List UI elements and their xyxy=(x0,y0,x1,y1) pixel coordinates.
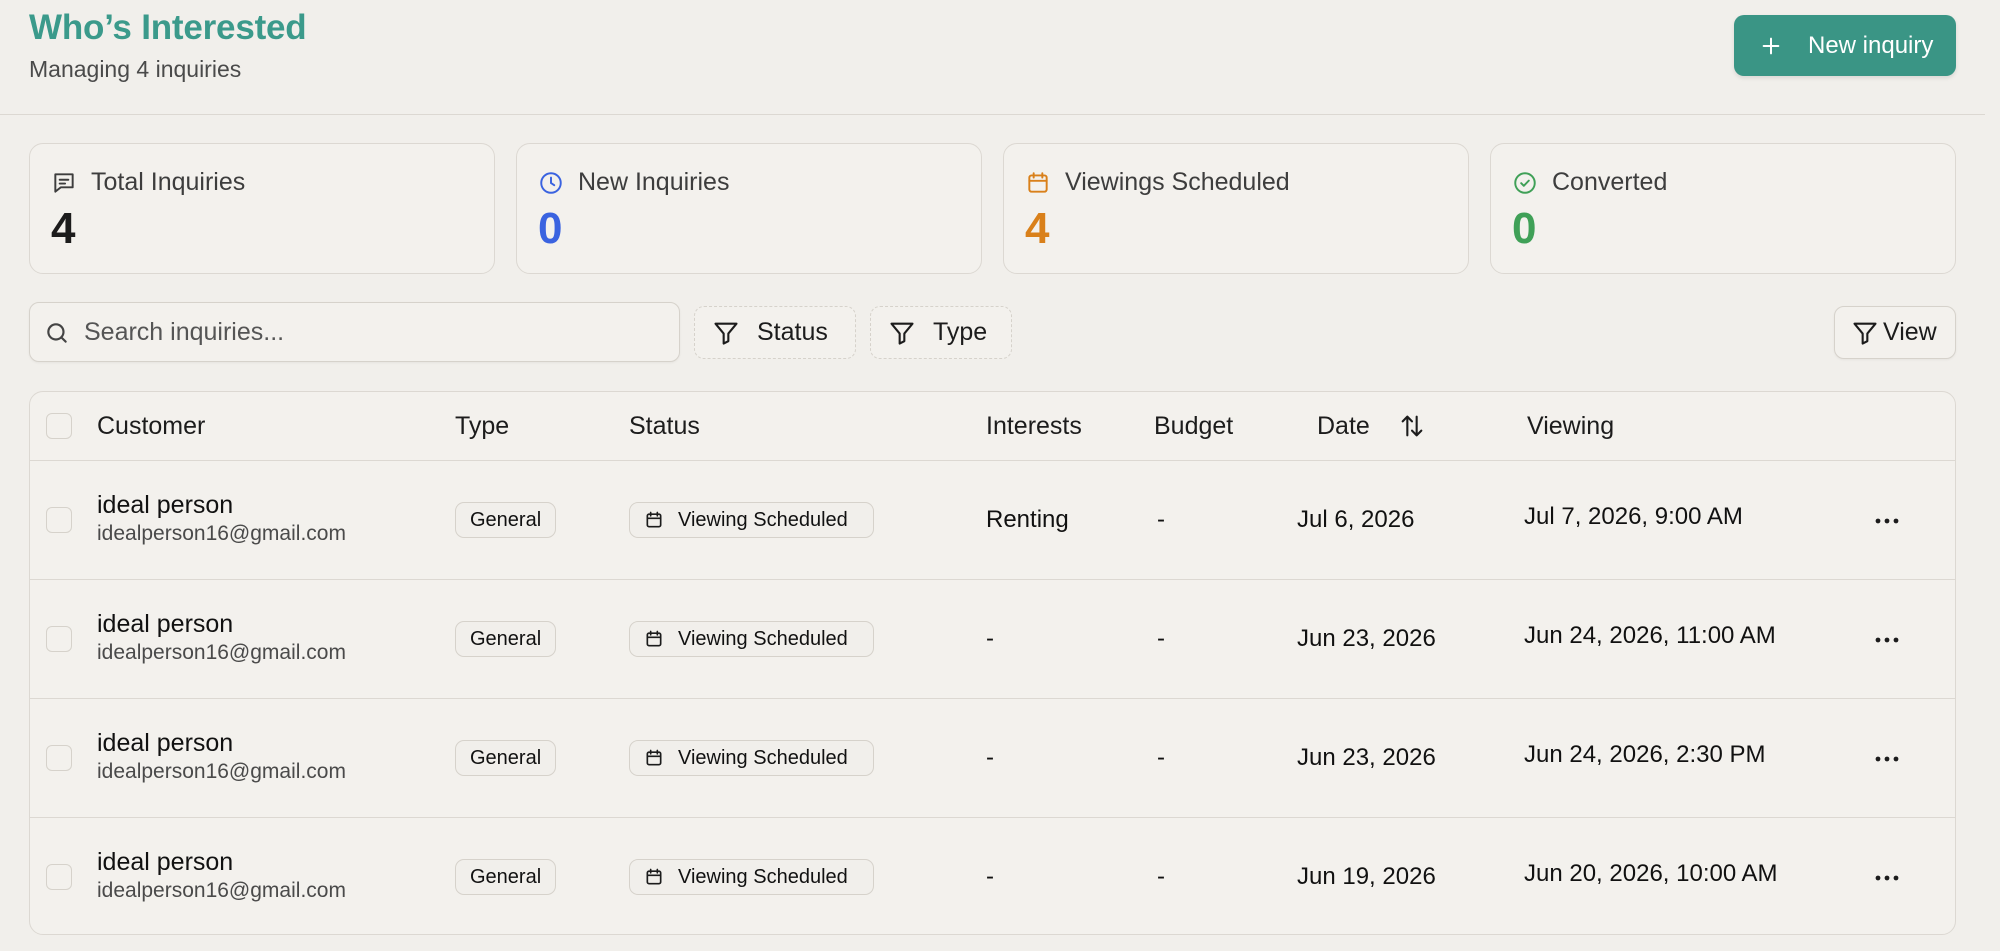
status-badge: Viewing Scheduled xyxy=(629,621,874,657)
customer-name: ideal person xyxy=(97,610,234,638)
filter-icon xyxy=(714,322,738,345)
viewing-cell: Jun 24, 2026, 2:30 PM xyxy=(1524,741,1766,768)
date-cell: Jul 6, 2026 xyxy=(1297,506,1415,533)
search-icon xyxy=(47,323,67,343)
stat-value: 4 xyxy=(1025,204,1050,253)
page-title: Who’s Interested xyxy=(29,8,307,47)
stat-card-total-inquiries: Total Inquiries 4 xyxy=(29,143,495,274)
customer-email: idealperson16@gmail.com xyxy=(97,760,346,783)
clock-icon xyxy=(540,172,562,194)
type-filter-button[interactable]: Type xyxy=(870,306,1012,359)
stat-label: Total Inquiries xyxy=(91,168,246,196)
budget-cell: - xyxy=(1157,506,1165,533)
type-badge: General xyxy=(455,502,557,538)
more-options-icon[interactable] xyxy=(1872,628,1902,652)
stat-value: 0 xyxy=(538,204,563,253)
calendar-icon xyxy=(646,630,662,647)
viewing-cell: Jul 7, 2026, 9:00 AM xyxy=(1524,503,1743,530)
budget-cell: - xyxy=(1157,863,1165,890)
status-label: Viewing Scheduled xyxy=(678,866,848,888)
column-header-viewing[interactable]: Viewing xyxy=(1527,412,1614,441)
column-header-budget[interactable]: Budget xyxy=(1154,412,1233,441)
status-label: Viewing Scheduled xyxy=(678,509,848,531)
type-filter-label: Type xyxy=(933,318,988,346)
interests-cell: - xyxy=(986,744,994,771)
new-inquiry-button[interactable]: New inquiry xyxy=(1734,15,1956,76)
filter-icon xyxy=(890,322,914,345)
table-row[interactable]: ideal person idealperson16@gmail.com Gen… xyxy=(30,461,1955,580)
date-cell: Jun 23, 2026 xyxy=(1297,625,1436,652)
budget-cell: - xyxy=(1157,625,1165,652)
column-header-date[interactable]: Date xyxy=(1317,412,1370,441)
status-badge: Viewing Scheduled xyxy=(629,740,874,776)
stat-card-new-inquiries: New Inquiries 0 xyxy=(516,143,982,274)
page-header: Who’s Interested Managing 4 inquiries Ne… xyxy=(0,0,1985,115)
column-header-status[interactable]: Status xyxy=(629,412,700,441)
view-button[interactable]: View xyxy=(1834,306,1956,359)
calendar-icon xyxy=(646,868,662,885)
column-header-type[interactable]: Type xyxy=(455,412,509,441)
status-badge: Viewing Scheduled xyxy=(629,859,874,895)
stat-card-converted: Converted 0 xyxy=(1490,143,1956,274)
stat-label: Viewings Scheduled xyxy=(1065,168,1290,196)
column-header-interests[interactable]: Interests xyxy=(986,412,1082,441)
customer-email: idealperson16@gmail.com xyxy=(97,641,346,664)
calendar-icon xyxy=(646,511,662,528)
budget-cell: - xyxy=(1157,744,1165,771)
interests-cell: - xyxy=(986,863,994,890)
search-box xyxy=(29,302,680,362)
filter-icon xyxy=(1853,322,1877,345)
stat-value: 0 xyxy=(1512,204,1537,253)
select-all-checkbox[interactable] xyxy=(46,413,72,439)
message-square-icon xyxy=(54,173,74,193)
row-checkbox[interactable] xyxy=(46,864,72,890)
search-input[interactable] xyxy=(84,303,664,361)
customer-email: idealperson16@gmail.com xyxy=(97,879,346,902)
more-options-icon[interactable] xyxy=(1872,509,1902,533)
interests-cell: Renting xyxy=(986,506,1069,533)
stat-card-viewings-scheduled: Viewings Scheduled 4 xyxy=(1003,143,1469,274)
calendar-icon xyxy=(646,749,662,766)
more-options-icon[interactable] xyxy=(1872,747,1902,771)
new-inquiry-label: New inquiry xyxy=(1808,31,1934,59)
sort-arrows-icon[interactable] xyxy=(1398,412,1426,440)
customer-name: ideal person xyxy=(97,729,234,757)
check-circle-icon xyxy=(1514,172,1536,194)
view-label: View xyxy=(1883,318,1937,346)
table-header: Customer Type Status Interests Budget Da… xyxy=(30,392,1955,461)
customer-name: ideal person xyxy=(97,848,234,876)
status-label: Viewing Scheduled xyxy=(678,628,848,650)
type-badge: General xyxy=(455,621,557,657)
calendar-icon xyxy=(1028,172,1048,193)
row-checkbox[interactable] xyxy=(46,507,72,533)
type-badge: General xyxy=(455,859,557,895)
page-subtitle: Managing 4 inquiries xyxy=(29,56,242,82)
stat-value: 4 xyxy=(51,204,76,253)
row-checkbox[interactable] xyxy=(46,626,72,652)
viewing-cell: Jun 20, 2026, 10:00 AM xyxy=(1524,860,1778,887)
customer-name: ideal person xyxy=(97,491,234,519)
table-row[interactable]: ideal person idealperson16@gmail.com Gen… xyxy=(30,699,1955,818)
table-row[interactable]: ideal person idealperson16@gmail.com Gen… xyxy=(30,580,1955,699)
type-badge: General xyxy=(455,740,557,776)
interests-cell: - xyxy=(986,625,994,652)
plus-icon xyxy=(1762,37,1780,54)
viewing-cell: Jun 24, 2026, 11:00 AM xyxy=(1524,622,1776,649)
stat-label: Converted xyxy=(1552,168,1668,196)
status-badge: Viewing Scheduled xyxy=(629,502,874,538)
row-checkbox[interactable] xyxy=(46,745,72,771)
inquiries-table: Customer Type Status Interests Budget Da… xyxy=(29,391,1956,935)
date-cell: Jun 23, 2026 xyxy=(1297,744,1436,771)
status-filter-button[interactable]: Status xyxy=(694,306,856,359)
column-header-customer[interactable]: Customer xyxy=(97,412,205,441)
date-cell: Jun 19, 2026 xyxy=(1297,863,1436,890)
status-label: Viewing Scheduled xyxy=(678,747,848,769)
more-options-icon[interactable] xyxy=(1872,866,1902,890)
status-filter-label: Status xyxy=(757,318,828,346)
customer-email: idealperson16@gmail.com xyxy=(97,522,346,545)
table-row[interactable]: ideal person idealperson16@gmail.com Gen… xyxy=(30,818,1955,934)
stat-label: New Inquiries xyxy=(578,168,730,196)
